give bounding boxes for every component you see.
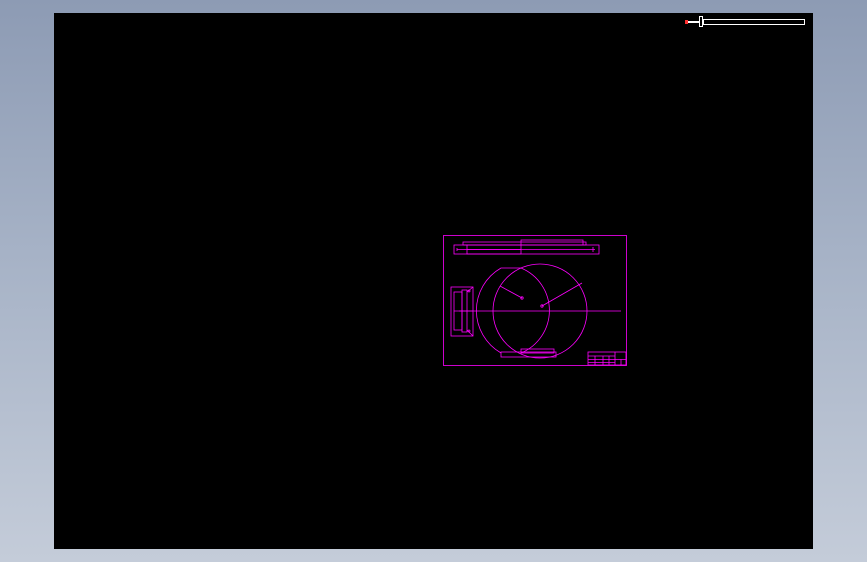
drawing-canvas[interactable] bbox=[54, 13, 813, 549]
zoom-slider-thumb[interactable] bbox=[699, 16, 703, 27]
side-view bbox=[450, 286, 474, 337]
title-block bbox=[587, 351, 627, 366]
top-view bbox=[453, 239, 600, 255]
plan-view bbox=[459, 263, 621, 359]
drawing-border bbox=[443, 235, 627, 366]
zoom-slider[interactable] bbox=[683, 16, 807, 28]
zoom-min-icon bbox=[685, 20, 699, 24]
zoom-slider-track[interactable] bbox=[703, 19, 805, 25]
cad-viewer bbox=[0, 0, 867, 562]
cad-drawing-sheet[interactable] bbox=[443, 235, 627, 366]
